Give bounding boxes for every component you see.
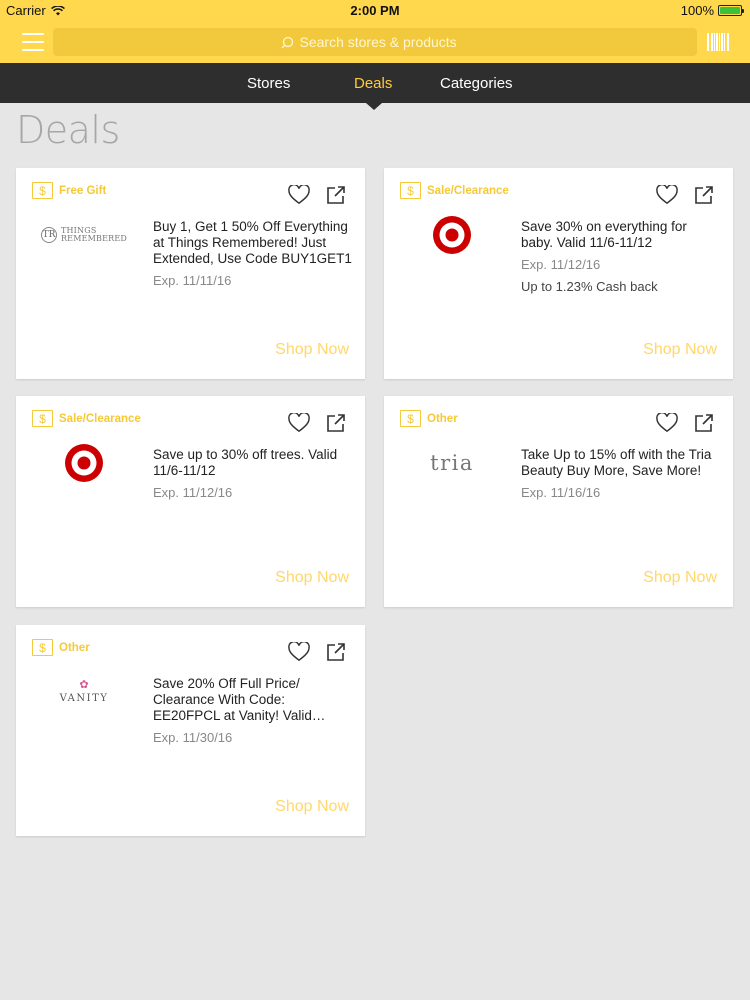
tab-stores[interactable]: Stores — [247, 75, 290, 92]
carrier-label: Carrier — [6, 3, 46, 18]
share-icon[interactable] — [694, 185, 714, 205]
dollar-icon: $ — [32, 639, 53, 656]
battery-percent: 100% — [680, 3, 714, 18]
tab-bar: Stores Deals Categories — [0, 63, 750, 103]
category-label: Other — [427, 412, 458, 425]
search-icon — [281, 36, 293, 48]
store-logo: ✿ VANITY — [34, 669, 134, 715]
store-logo: tria — [402, 440, 502, 486]
flower-icon: ✿ — [79, 679, 89, 691]
menu-button[interactable] — [22, 33, 44, 51]
dollar-icon: $ — [32, 182, 53, 199]
target-logo-icon — [65, 444, 103, 482]
category-label: Free Gift — [59, 184, 107, 197]
deal-expiry: Exp. 11/12/16 — [153, 485, 233, 500]
dollar-icon: $ — [32, 410, 53, 427]
heart-icon[interactable] — [656, 185, 678, 205]
tab-categories[interactable]: Categories — [440, 75, 513, 92]
deal-card[interactable]: $ Sale/Clearance Save up to 30% off tree… — [16, 396, 365, 607]
deal-description: Save 20% Off Full Price/ Clearance With … — [153, 676, 312, 723]
deal-card[interactable]: $ Other tria Take Up to 15% off with the… — [384, 396, 733, 607]
store-logo — [402, 212, 502, 258]
deal-details: Buy 1, Get 1 50% Off Everything at Thing… — [153, 219, 353, 289]
shop-now-button[interactable]: Shop Now — [275, 341, 349, 359]
hamburger-icon — [22, 33, 44, 35]
deal-expiry: Exp. 11/11/16 — [153, 273, 232, 288]
store-logo — [34, 440, 134, 486]
deal-card[interactable]: $ Sale/Clearance Save 30% on everything … — [384, 168, 733, 379]
shop-now-button[interactable]: Shop Now — [275, 569, 349, 587]
share-icon[interactable] — [326, 413, 346, 433]
vanity-logo: VANITY — [59, 693, 109, 704]
store-logo: TR THINGS REMEMBERED — [34, 212, 134, 258]
carrier-info: Carrier — [6, 3, 65, 18]
barcode-scan-button[interactable] — [707, 33, 729, 51]
deal-card[interactable]: $ Free Gift TR THINGS REMEMBERED Buy 1, … — [16, 168, 365, 379]
shop-now-button[interactable]: Shop Now — [275, 798, 349, 816]
tria-logo: tria — [430, 451, 474, 475]
deal-description: Take Up to 15% off with the Tria Beauty … — [521, 447, 712, 478]
share-icon[interactable] — [326, 642, 346, 662]
heart-icon[interactable] — [288, 413, 310, 433]
deal-description: Buy 1, Get 1 50% Off Everything at Thing… — [153, 219, 352, 266]
status-bar: Carrier 2:00 PM 100% — [0, 0, 750, 22]
logo-text: REMEMBERED — [60, 234, 128, 243]
heart-icon[interactable] — [288, 642, 310, 662]
deal-details: Save 20% Off Full Price/ Clearance With … — [153, 676, 353, 746]
deal-description: Save 30% on everything for baby. Valid 1… — [521, 219, 687, 250]
things-remembered-logo-icon: TR — [40, 227, 57, 243]
deal-details: Save 30% on everything for baby. Valid 1… — [521, 219, 721, 295]
deal-expiry: Exp. 11/16/16 — [521, 485, 601, 500]
battery-status: 100% — [680, 3, 744, 18]
target-logo-icon — [433, 216, 471, 254]
deal-category: $ Other — [32, 639, 90, 656]
deal-category: $ Sale/Clearance — [32, 410, 141, 427]
heart-icon[interactable] — [656, 413, 678, 433]
page-title: Deals — [16, 108, 120, 152]
shop-now-button[interactable]: Shop Now — [643, 341, 717, 359]
search-input[interactable] — [299, 34, 470, 50]
active-tab-indicator — [366, 103, 382, 110]
battery-icon — [718, 5, 744, 16]
wifi-icon — [50, 5, 65, 15]
barcode-icon — [711, 33, 713, 51]
deal-expiry: Exp. 11/12/16 — [521, 257, 601, 272]
cashback-info: Up to 1.23% Cash back — [521, 279, 658, 294]
heart-icon[interactable] — [288, 185, 310, 205]
dollar-icon: $ — [400, 410, 421, 427]
share-icon[interactable] — [326, 185, 346, 205]
status-time: 2:00 PM — [350, 3, 400, 18]
tab-deals[interactable]: Deals — [354, 75, 392, 92]
category-label: Sale/Clearance — [427, 184, 509, 197]
top-bar — [0, 22, 750, 63]
search-bar[interactable] — [53, 28, 697, 56]
deal-category: $ Free Gift — [32, 182, 106, 199]
shop-now-button[interactable]: Shop Now — [643, 569, 717, 587]
category-label: Sale/Clearance — [59, 412, 141, 425]
deal-card[interactable]: $ Other ✿ VANITY Save 20% Off Full Price… — [16, 625, 365, 836]
category-label: Other — [59, 641, 90, 654]
deal-description: Save up to 30% off trees. Valid 11/6-11/… — [153, 447, 338, 478]
deal-details: Save up to 30% off trees. Valid 11/6-11/… — [153, 447, 353, 501]
deal-category: $ Sale/Clearance — [400, 182, 509, 199]
share-icon[interactable] — [694, 413, 714, 433]
dollar-icon: $ — [400, 182, 421, 199]
deal-expiry: Exp. 11/30/16 — [153, 730, 233, 745]
deal-details: Take Up to 15% off with the Tria Beauty … — [521, 447, 721, 501]
deal-category: $ Other — [400, 410, 458, 427]
